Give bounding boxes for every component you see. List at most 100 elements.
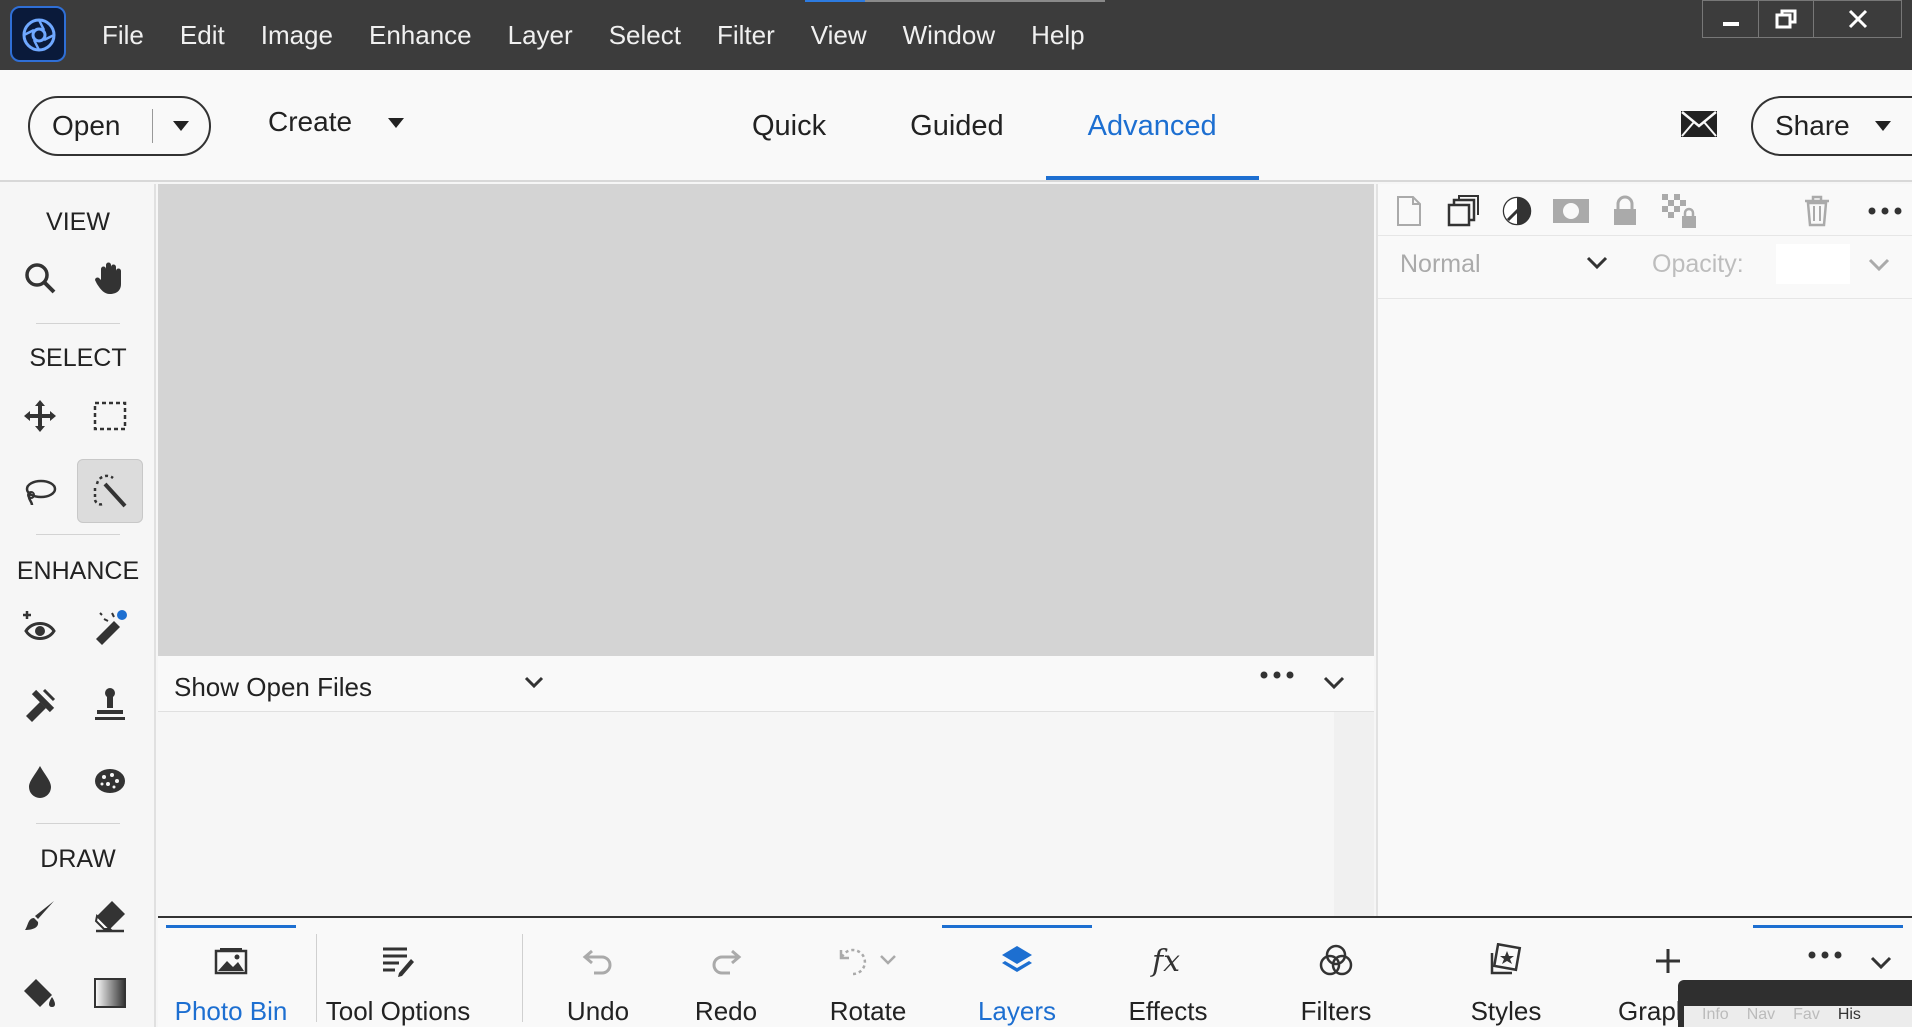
quick-selection-icon	[93, 474, 127, 508]
opacity-chevron-icon[interactable]	[1868, 258, 1890, 272]
new-layer-button[interactable]	[1390, 192, 1428, 230]
new-group-button[interactable]	[1444, 192, 1482, 230]
lock-icon	[1614, 195, 1636, 225]
brush-tool[interactable]	[7, 884, 73, 948]
quick-selection-tool[interactable]	[77, 459, 143, 523]
share-caret-down-icon[interactable]	[1875, 121, 1891, 131]
layers-label: Layers	[977, 996, 1057, 1026]
collapse-chevron-icon[interactable]	[1323, 676, 1345, 690]
menu-edit[interactable]: Edit	[162, 20, 243, 51]
menu-layer[interactable]: Layer	[490, 20, 591, 51]
blend-mode-dropdown[interactable]: Normal	[1400, 250, 1481, 279]
delete-layer-button[interactable]	[1798, 192, 1836, 230]
effects-icon: fx	[1150, 944, 1180, 978]
menu-enhance[interactable]: Enhance	[351, 20, 490, 51]
layer-mask-button[interactable]	[1552, 192, 1590, 230]
share-button[interactable]: Share	[1751, 96, 1912, 156]
styles-button[interactable]: Styles	[1456, 918, 1556, 1027]
marquee-icon	[93, 401, 127, 431]
zoom-icon	[25, 263, 56, 294]
gradient-tool[interactable]	[77, 961, 143, 1025]
hand-tool[interactable]	[77, 246, 143, 310]
menu-select[interactable]: Select	[591, 20, 699, 51]
red-eye-tool[interactable]	[7, 595, 73, 659]
svg-text:fx: fx	[1150, 944, 1180, 978]
section-enhance-heading: ENHANCE	[16, 557, 140, 585]
blur-tool[interactable]	[7, 749, 73, 813]
adjustment-layer-button[interactable]	[1498, 192, 1536, 230]
app-logo-icon	[10, 6, 66, 62]
blend-mode-chevron-icon[interactable]	[1586, 256, 1608, 270]
smart-brush-tool[interactable]	[7, 672, 73, 736]
section-draw-heading: DRAW	[40, 845, 116, 873]
photo-bin-area[interactable]	[158, 712, 1374, 916]
tab-guided[interactable]: Guided	[868, 70, 1046, 180]
trash-icon	[1805, 195, 1829, 227]
open-dropdown-button[interactable]	[153, 121, 209, 131]
opacity-field[interactable]	[1776, 244, 1850, 284]
menu-help[interactable]: Help	[1013, 20, 1102, 51]
lock-transparency-icon	[1662, 194, 1696, 228]
menu-filter[interactable]: Filter	[699, 20, 793, 51]
rotate-button[interactable]: Rotate	[808, 918, 928, 1027]
minimize-button[interactable]	[1703, 1, 1758, 37]
open-label: Open	[52, 110, 121, 141]
tab-quick[interactable]: Quick	[710, 70, 868, 180]
chevron-down-icon[interactable]	[524, 676, 544, 690]
smart-brush-icon	[26, 688, 56, 722]
filters-button[interactable]: Filters	[1286, 918, 1386, 1027]
more-options-icon[interactable]	[1260, 670, 1294, 680]
redo-label: Redo	[694, 996, 758, 1026]
tab-favorites[interactable]: Fav	[1793, 1006, 1820, 1027]
photo-bin-button[interactable]: Photo Bin	[166, 918, 296, 1027]
open-button[interactable]: Open	[28, 96, 211, 156]
create-caret-down-icon[interactable]	[388, 118, 404, 128]
restore-button[interactable]	[1758, 1, 1813, 37]
clone-stamp-tool[interactable]	[77, 672, 143, 736]
menu-file[interactable]: File	[84, 20, 162, 51]
tab-info[interactable]: Info	[1702, 1006, 1729, 1027]
lasso-tool[interactable]	[7, 461, 73, 525]
zoom-tool[interactable]	[7, 246, 73, 310]
layers-panel-menu-button[interactable]	[1866, 192, 1904, 230]
mode-tabs: Quick Guided Advanced	[710, 70, 1259, 180]
paint-bucket-tool[interactable]	[7, 961, 73, 1025]
menu-view[interactable]: View	[793, 20, 885, 51]
clone-stamp-icon	[95, 688, 125, 720]
tab-advanced[interactable]: Advanced	[1045, 70, 1259, 180]
menu-accent-highlight	[805, 0, 865, 2]
sponge-tool[interactable]	[77, 749, 143, 813]
mail-icon[interactable]	[1680, 110, 1718, 138]
gradient-icon	[94, 978, 126, 1008]
photo-bin-scrollbar[interactable]	[1334, 712, 1374, 916]
more-options-icon[interactable]	[1808, 950, 1842, 960]
sponge-icon	[95, 769, 125, 793]
hand-icon	[95, 262, 121, 294]
divider	[316, 934, 317, 1022]
lock-transparency-button[interactable]	[1660, 192, 1698, 230]
create-button[interactable]: Create	[268, 106, 352, 138]
divider	[36, 534, 120, 535]
layers-button[interactable]: Layers	[942, 918, 1092, 1027]
lock-layer-button[interactable]	[1606, 192, 1644, 230]
eraser-tool[interactable]	[77, 884, 143, 948]
show-open-files-dropdown[interactable]: Show Open Files	[174, 672, 372, 703]
lasso-icon	[25, 479, 57, 506]
redo-button[interactable]: Redo	[676, 918, 776, 1027]
undo-button[interactable]: Undo	[548, 918, 648, 1027]
move-icon	[24, 400, 56, 432]
chevron-down-icon[interactable]	[1870, 956, 1892, 970]
panel-bin-bar: Photo Bin Tool Options Undo Redo Rotate …	[158, 916, 1912, 1027]
image-canvas[interactable]	[158, 184, 1374, 656]
spot-healing-tool[interactable]	[77, 595, 143, 659]
filters-label: Filters	[1300, 996, 1372, 1026]
tab-navigator[interactable]: Nav	[1747, 1006, 1775, 1027]
effects-button[interactable]: fx Effects	[1118, 918, 1218, 1027]
marquee-tool[interactable]	[77, 384, 143, 448]
close-button[interactable]	[1813, 1, 1901, 37]
menu-image[interactable]: Image	[243, 20, 351, 51]
move-tool[interactable]	[7, 384, 73, 448]
tool-options-button[interactable]: Tool Options	[326, 918, 470, 1027]
menu-window[interactable]: Window	[885, 20, 1013, 51]
tab-history[interactable]: His	[1838, 1006, 1861, 1027]
